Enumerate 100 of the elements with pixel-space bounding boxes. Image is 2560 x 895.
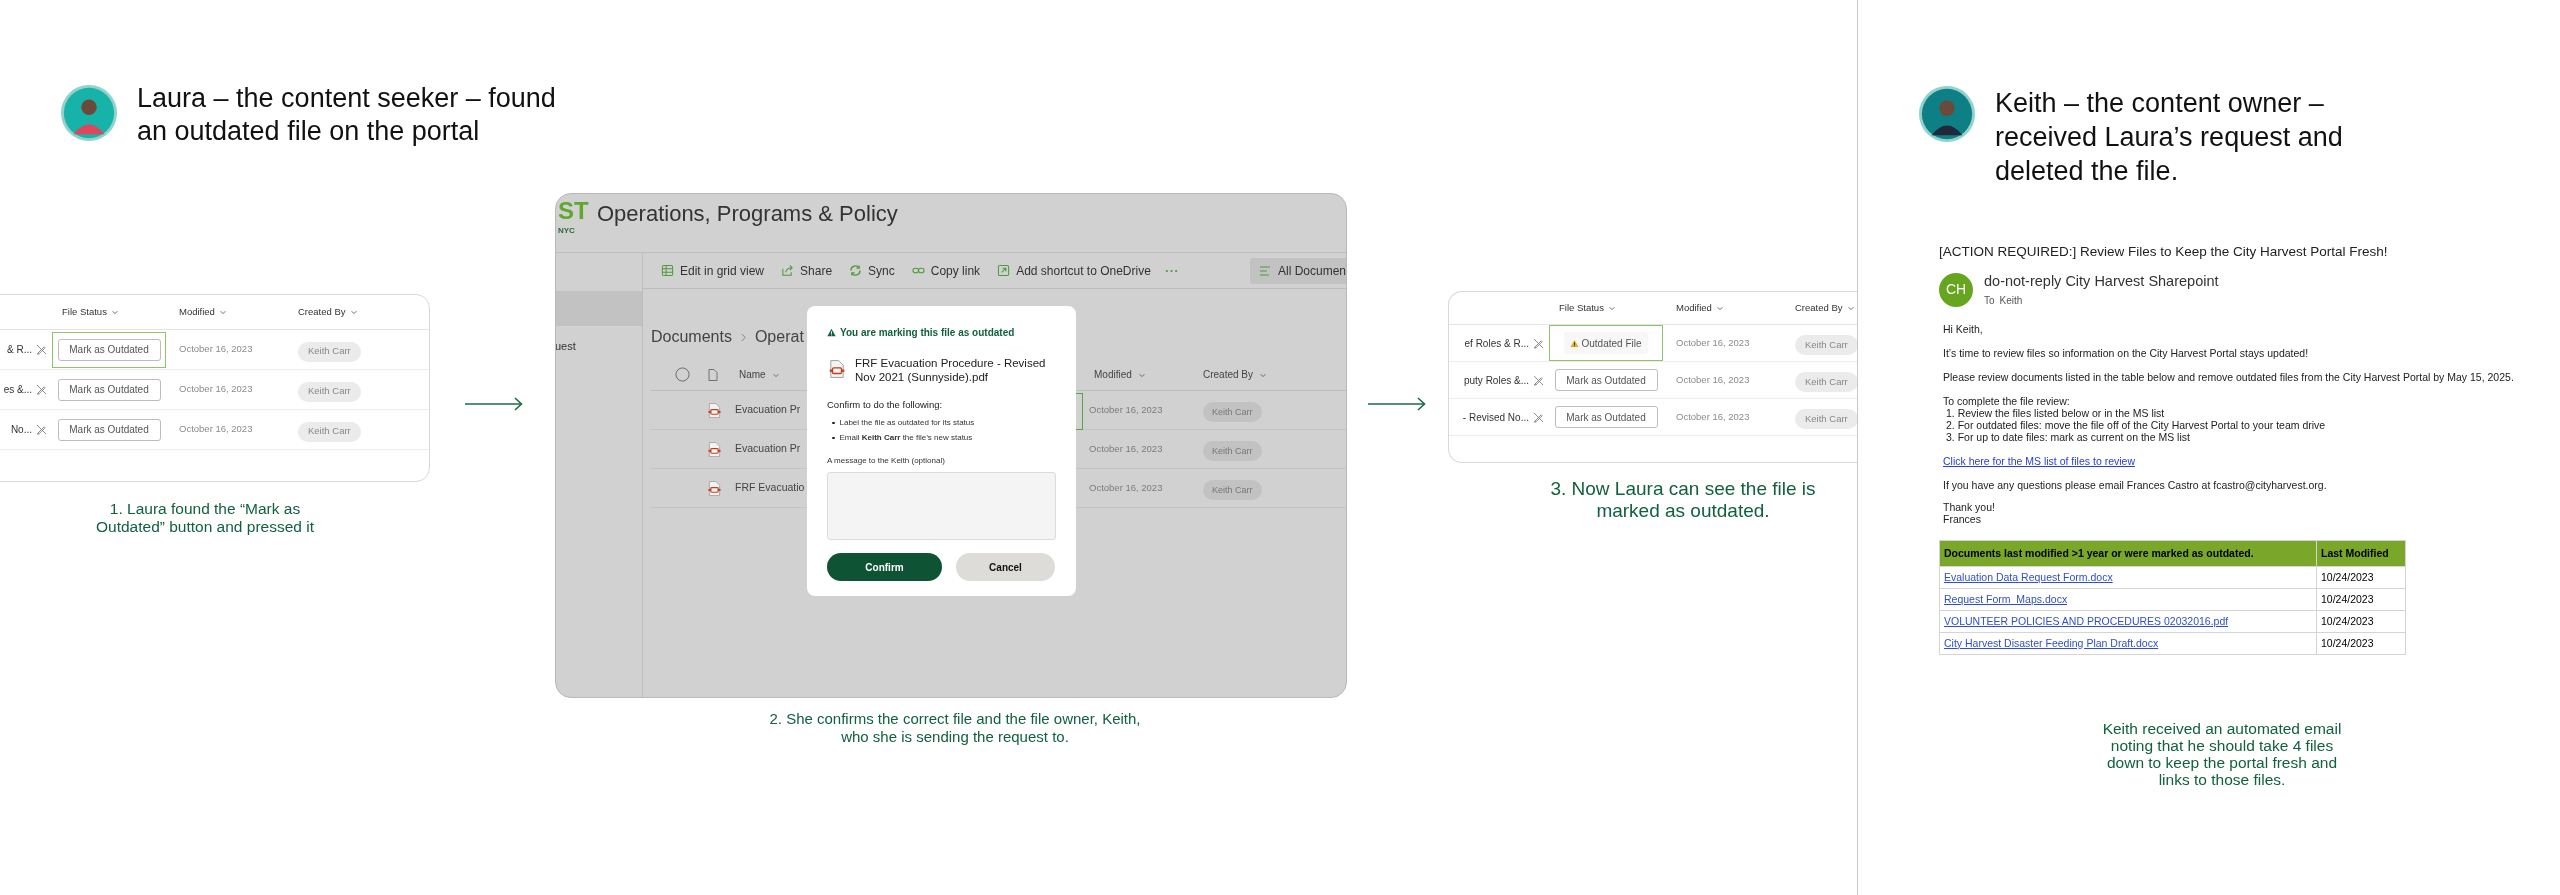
crossed-pencil-icon	[36, 344, 47, 355]
toolbar-button[interactable]: Sync	[849, 261, 895, 280]
date-cell-text: October 16, 2023	[178, 422, 254, 437]
mark-outdated-button[interactable]: Mark as Outdated	[57, 418, 161, 441]
email-text: It’s time to review files so information on the City Harvest Portal stays updated!	[1943, 347, 2310, 359]
logo: ST NYC	[557, 196, 590, 237]
person-pill: Keith Carr	[1795, 372, 1857, 393]
toolbar-button[interactable]: Edit in grid view	[661, 261, 765, 280]
file-name[interactable]: puty Roles &...	[1463, 372, 1529, 388]
file-name[interactable]: es &...	[3, 382, 32, 397]
dialog-text: Confirm to do the following:	[827, 398, 944, 412]
persona-heading: Laura – the content seeker – found an outdated file on the portal	[137, 82, 556, 148]
file-name[interactable]: & R...	[7, 342, 32, 357]
table-cell-text: 10/24/2023	[2320, 591, 2375, 607]
date-cell-text: October 16, 2023	[1675, 409, 1751, 424]
column-header[interactable]: Created By	[1203, 367, 1268, 382]
email-text: If you have any questions please email Frances Castro at fcastro@cityharvest.org.	[1943, 479, 2328, 491]
chevron-right-icon	[739, 332, 747, 342]
shortcut-icon	[997, 264, 1011, 277]
person-pill: Keith Carr	[1795, 409, 1857, 430]
file-link[interactable]: Request Form_Maps.docx	[1944, 591, 2068, 608]
step-caption: 2. She confirms the correct file and the file owner, Keith, who she is sending the request to.	[768, 710, 1142, 746]
email-list-item: 1. Review the files listed below or in the MS list	[1945, 407, 2166, 419]
chevron-down-icon	[349, 308, 358, 316]
sidebar-item[interactable]: uest	[556, 338, 642, 355]
crossed-pencil-icon	[1533, 374, 1544, 386]
toolbar-button[interactable]: Copy link	[911, 261, 981, 280]
email-text: Please review documents listed in the table below and remove outdated files from the City Harvest Portal by May 15, 2025.	[1943, 371, 2515, 383]
date-cell-text: October 16, 2023	[178, 382, 254, 397]
share-icon	[781, 264, 795, 277]
file-name[interactable]: ef Roles & R...	[1464, 335, 1529, 351]
person-pill: Keith Carr	[1795, 335, 1857, 356]
date-cell-text: October 16, 2023	[1089, 402, 1164, 417]
person-pill: Keith Carr	[1203, 441, 1262, 462]
view-selector[interactable]: All Documen	[1249, 257, 1346, 284]
date-cell-text: October 16, 2023	[1089, 441, 1164, 456]
step-caption: Keith received an automated email noting that he should take 4 files down to keep the portal fresh and links to those files.	[2101, 720, 2343, 788]
file-name[interactable]: Evacuation Pr	[735, 441, 801, 457]
file-link[interactable]: Evaluation Data Request Form.docx	[1944, 569, 2113, 586]
sync-icon	[849, 264, 863, 277]
column-header[interactable]: Modified	[1094, 367, 1146, 382]
file-name[interactable]: FRF Evacuatio	[735, 480, 805, 496]
email-text: To complete the file review:	[1943, 395, 2071, 407]
cancel-button[interactable]: Cancel	[956, 553, 1055, 582]
file-name[interactable]: No...	[10, 422, 32, 437]
dialog-file-name: FRF Evacuation Procedure - Revised Nov 2021 (Sunnyside).pdf	[855, 356, 1047, 384]
warning-icon	[827, 328, 836, 337]
select-all-radio[interactable]	[675, 367, 690, 382]
breadcrumb-item[interactable]: Documents	[651, 325, 732, 349]
person-pill: Keith Carr	[298, 381, 361, 402]
chevron-down-icon	[1846, 304, 1855, 312]
grid-icon	[661, 264, 674, 277]
person-pill: Keith Carr	[1203, 480, 1262, 501]
table-cell-text: 10/24/2023	[2320, 569, 2375, 585]
recipient-name: Keith	[1999, 294, 2023, 308]
step-caption: 3. Now Laura can see the file is marked as outdated.	[1549, 478, 1817, 522]
page-title: Operations, Programs & Policy	[597, 200, 898, 228]
field-label: A message to the Keith (optional)	[827, 455, 946, 468]
date-cell-text: October 16, 2023	[1675, 372, 1751, 387]
crossed-pencil-icon	[1533, 411, 1544, 423]
mark-outdated-button[interactable]: Mark as Outdated	[57, 338, 161, 361]
file-name[interactable]: Evacuation Pr	[735, 402, 801, 418]
email-list-item: 2. For outdated files: move the file off of the City Harvest Portal to your team drive	[1945, 419, 2327, 431]
person-pill: Keith Carr	[298, 421, 361, 442]
column-header[interactable]: Created By	[1795, 300, 1855, 316]
column-header[interactable]: Name	[739, 367, 780, 382]
column-header[interactable]: Modified	[179, 304, 227, 320]
toolbar-button[interactable]: Add shortcut to OneDrive	[997, 261, 1151, 280]
crossed-pencil-icon	[36, 424, 47, 435]
crossed-pencil-icon	[36, 384, 47, 395]
column-header[interactable]: Created By	[298, 304, 358, 320]
arrow-icon	[1368, 397, 1426, 411]
file-link[interactable]: City Harvest Disaster Feeding Plan Draft.docx	[1944, 635, 2159, 652]
arrow-icon	[465, 397, 523, 411]
more-icon[interactable]	[1164, 268, 1178, 273]
message-field[interactable]	[827, 472, 1056, 541]
column-header[interactable]: File Status	[1559, 300, 1616, 316]
bullet-text: Label the file as outdated for its status	[839, 416, 975, 429]
table-header-cell: Documents last modified >1 year or were marked as outdated.	[1940, 541, 2317, 566]
confirm-button[interactable]: Confirm	[827, 553, 942, 582]
breadcrumb-item[interactable]: Operat	[754, 325, 804, 349]
sender-name: do-not-reply City Harvest Sharepoint	[1984, 272, 2219, 292]
chevron-down-icon	[110, 308, 119, 316]
alert-text: You are marking this file as outdated	[827, 325, 1056, 340]
table-cell-text: 10/24/2023	[2320, 613, 2375, 629]
bullet-text: Email Keith Carr the file’s new status	[839, 431, 973, 444]
table-header-cell-text: Last Modified	[2320, 545, 2390, 561]
toolbar-button[interactable]: Share	[781, 261, 833, 280]
file-type-icon	[708, 368, 718, 381]
file-link[interactable]: VOLUNTEER POLICIES AND PROCEDURES 02032016.pdf	[1944, 613, 2229, 630]
column-header[interactable]: File Status	[62, 304, 119, 320]
crossed-pencil-icon	[1533, 337, 1544, 349]
mark-outdated-button[interactable]: Mark as Outdated	[1554, 406, 1658, 428]
mark-outdated-button[interactable]: Mark as Outdated	[1554, 369, 1658, 391]
column-header[interactable]: Modified	[1676, 300, 1724, 316]
bullet-icon	[832, 436, 835, 439]
list-icon	[1258, 264, 1271, 277]
mark-outdated-button[interactable]: Mark as Outdated	[57, 378, 161, 401]
email-link[interactable]: Click here for the MS list of files to review	[1943, 455, 2135, 467]
file-name[interactable]: - Revised No...	[1462, 409, 1529, 425]
